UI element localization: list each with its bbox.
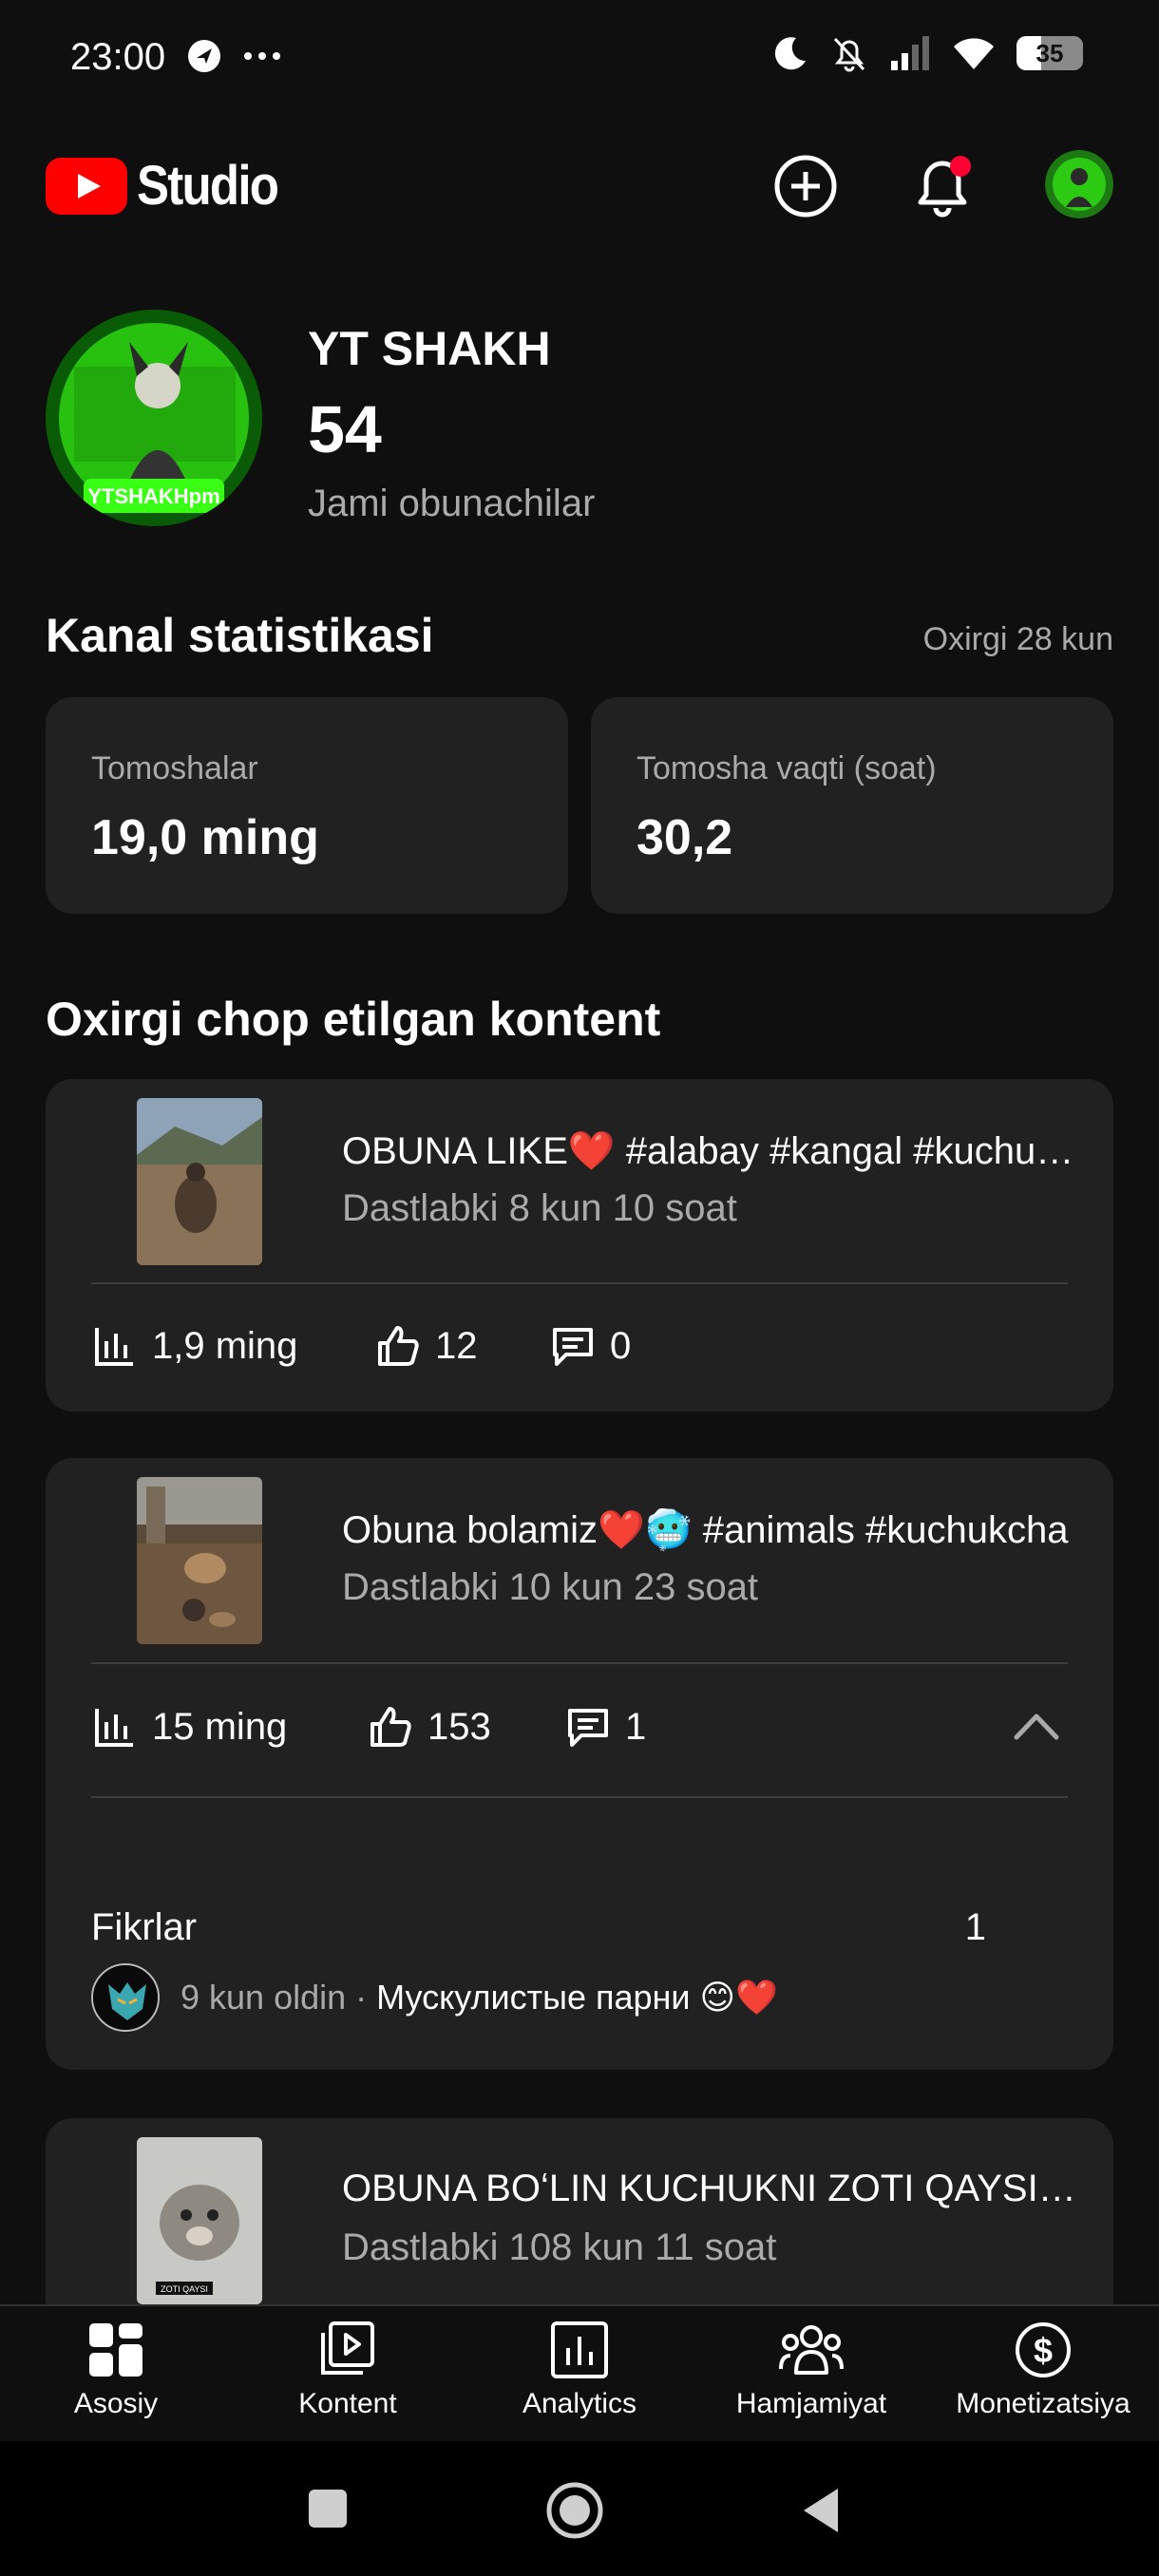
channel-name: YT SHAKH [308,322,551,375]
thumbs-up-icon [378,1326,419,1366]
video-subtitle: Dastlabki 8 kun 10 soat [342,1187,737,1229]
comments-section-count: 1 [964,1906,986,1948]
analytics-icon [551,2321,608,2378]
logo-text: Studio [137,155,279,217]
collapse-button[interactable] [1011,1707,1062,1750]
nav-label: Hamjamiyat [735,2388,887,2419]
views-stat-card[interactable]: Tomoshalar 19,0 ming [46,697,568,914]
bottom-navigation: Asosiy Kontent Analytics Hamjamiyat $ Mo… [0,2304,1159,2441]
comment-body: Мускулистые парни 😊❤️ [376,1978,778,2017]
content-card[interactable]: Obuna bolamiz❤️🥶 #animals #kuchukcha Das… [46,1458,1113,2070]
commenter-avatar[interactable] [91,1963,160,2032]
comment-icon [553,1328,593,1366]
video-thumbnail[interactable]: ZOTI QAYSI [137,2137,262,2304]
comment-time: 9 kun oldin · [180,1978,377,2017]
svg-text:$: $ [1034,2331,1053,2370]
views-value: 19,0 ming [91,810,319,865]
home-circle-icon[interactable] [545,2481,604,2540]
battery-level: 35 [1036,38,1064,67]
system-navigation-bar [0,2441,1159,2576]
views-value: 15 ming [152,1705,288,1748]
nav-label: Asosiy [73,2388,159,2419]
subscriber-label: Jami obunachilar [308,483,596,524]
create-plus-icon [774,155,837,218]
stats-period: Oxirgi 28 kun [922,621,1113,657]
watch-time-label: Tomosha vaqti (soat) [636,750,937,786]
content-card[interactable]: ZOTI QAYSI OBUNA BOʻLIN KUCHUKNI ZOTI QA… [46,2118,1113,2327]
thumbs-up-icon [370,1707,411,1747]
video-title[interactable]: OBUNA BOʻLIN KUCHUKNI ZOTI QAYSI BILASIZ… [342,2168,1083,2210]
content-card[interactable]: OBUNA LIKE❤️ #alabay #kangal #kuchukcha … [46,1079,1113,1411]
nav-label: Monetizatsiya [956,2388,1130,2419]
watch-time-stat-card[interactable]: Tomosha vaqti (soat) 30,2 [591,697,1113,914]
account-avatar[interactable] [1045,150,1113,218]
youtube-play-icon [46,157,127,215]
content-video-icon [321,2321,374,2375]
video-thumbnail[interactable] [137,1098,262,1265]
stats-title: Kanal statistikasi [46,609,434,662]
nav-dashboard[interactable]: Asosiy [0,2320,232,2420]
watch-time-value: 30,2 [636,810,733,865]
subscriber-count: 54 [308,392,382,466]
bar-chart-icon [95,1709,133,1747]
views-label: Tomoshalar [91,750,258,786]
views-value: 1,9 ming [152,1324,298,1367]
nav-label: Analytics [522,2388,637,2419]
app-notification-icon [188,40,220,72]
status-bar: 23:00 35 [0,0,1159,114]
likes-metric: 12 [374,1322,478,1370]
nav-monetization[interactable]: $ Monetizatsiya [927,2320,1159,2420]
divider [91,1662,1068,1664]
likes-value: 12 [435,1324,478,1367]
views-metric: 1,9 ming [91,1322,297,1370]
divider [91,1796,1068,1798]
wifi-icon [954,38,994,69]
views-metric: 15 ming [91,1703,287,1751]
comments-value: 1 [625,1705,647,1748]
status-time: 23:00 [70,36,166,78]
nav-analytics[interactable]: Analytics [464,2320,695,2420]
comment-icon [568,1709,608,1747]
nav-content[interactable]: Kontent [232,2320,464,2420]
comments-metric: 1 [564,1703,646,1751]
bar-chart-icon [95,1328,133,1366]
comments-value: 0 [610,1324,632,1367]
video-thumbnail[interactable] [137,1477,262,1644]
signal-icon [891,36,929,70]
create-button[interactable] [768,148,844,224]
battery-icon: 35 [1016,36,1083,70]
do-not-disturb-moon-icon [774,37,806,70]
dollar-icon: $ [1016,2322,1071,2377]
avatar-label: YTSHAKHpm [87,484,219,508]
comments-metric: 0 [549,1322,631,1370]
thumb-caption: ZOTI QAYSI [161,2284,208,2294]
likes-value: 153 [428,1705,491,1748]
chevron-up-icon [1014,1714,1059,1740]
community-icon [779,2325,844,2375]
video-subtitle: Dastlabki 108 kun 11 soat [342,2226,777,2268]
comments-section-label: Fikrlar [91,1906,198,1948]
notifications-button[interactable] [904,148,980,224]
video-title[interactable]: OBUNA LIKE❤️ #alabay #kangal #kuchukcha [342,1128,1083,1173]
recents-square-icon[interactable] [306,2487,350,2530]
video-subtitle: Dastlabki 10 kun 23 soat [342,1566,759,1608]
comment-text: 9 kun oldin · Мускулистые парни 😊❤️ [180,1978,778,2017]
muted-bell-icon [833,37,865,72]
status-left-icons [186,38,281,74]
video-title[interactable]: Obuna bolamiz❤️🥶 #animals #kuchukcha [342,1507,1083,1552]
dashboard-icon [89,2323,142,2377]
comment-item[interactable]: 9 kun oldin · Мускулистые парни 😊❤️ [91,1963,778,2032]
channel-avatar[interactable]: YTSHAKHpm [46,310,262,526]
recent-content-title: Oxirgi chop etilgan kontent [46,993,661,1046]
divider [91,1282,1068,1284]
back-triangle-icon[interactable] [800,2485,842,2536]
nav-community[interactable]: Hamjamiyat [695,2320,927,2420]
status-right-icons: 35 [771,34,1083,72]
bell-icon [918,156,971,218]
more-dots-icon [244,52,280,60]
nav-label: Kontent [298,2388,397,2419]
likes-metric: 153 [367,1703,491,1751]
app-header: Studio [0,142,1159,228]
youtube-studio-logo: Studio [46,154,296,218]
